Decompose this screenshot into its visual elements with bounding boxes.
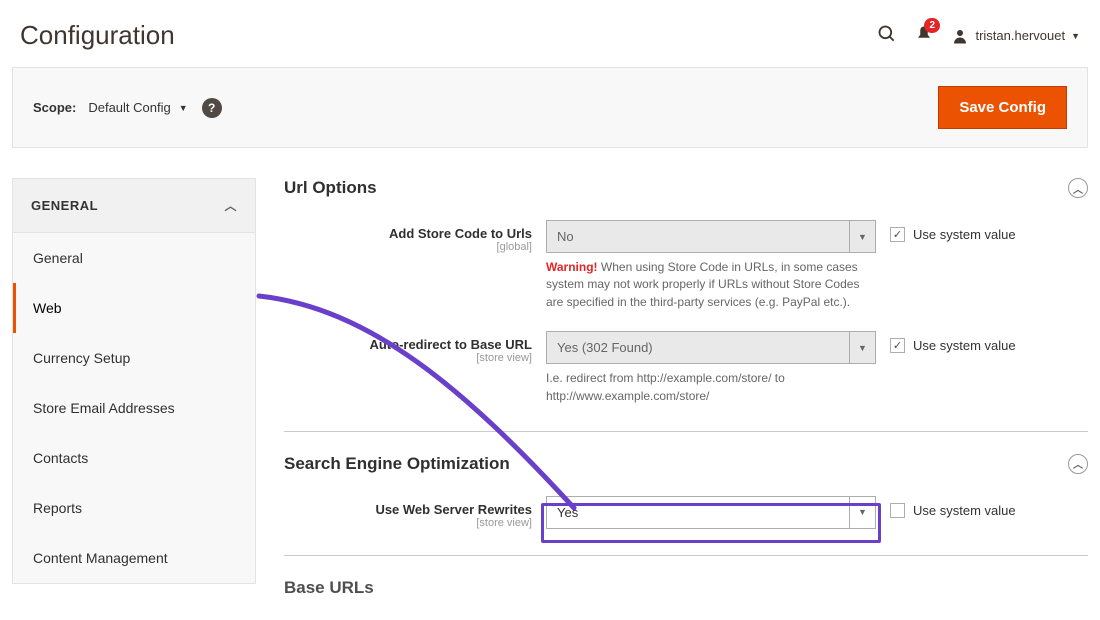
checkbox-use-system-value[interactable]: ✓ (890, 227, 905, 242)
select-auto-redirect: Yes (302 Found) ▼ (546, 331, 876, 364)
scope-value: Default Config (88, 100, 170, 115)
chevron-down-icon: ▼ (849, 221, 875, 252)
checkbox-label: Use system value (913, 503, 1016, 518)
scope-label: Scope: (33, 100, 76, 115)
sidebar-item-general[interactable]: General (13, 233, 255, 283)
chevron-down-icon: ▼ (179, 103, 188, 113)
sidebar-item-store-email[interactable]: Store Email Addresses (13, 383, 255, 433)
checkbox-use-system-value[interactable]: ✓ (890, 338, 905, 353)
scope-select[interactable]: Default Config ▼ (88, 100, 187, 115)
chevron-up-icon: ︿ (224, 197, 237, 214)
notification-badge: 2 (924, 18, 940, 33)
collapse-icon[interactable]: ︿ (1068, 178, 1088, 198)
label-add-store-code: Add Store Code to Urls (284, 226, 532, 241)
scope-hint: [store view] (284, 352, 532, 364)
page-title: Configuration (20, 20, 877, 51)
select-value: Yes (302 Found) (557, 340, 653, 355)
label-use-web-server-rewrites: Use Web Server Rewrites (284, 502, 532, 517)
chevron-down-icon: ▼ (849, 497, 875, 528)
sidebar-group-label: GENERAL (31, 198, 98, 213)
warning-label: Warning! (546, 260, 598, 274)
sidebar-item-web[interactable]: Web (13, 283, 255, 333)
sidebar-item-contacts[interactable]: Contacts (13, 433, 255, 483)
help-icon[interactable]: ? (202, 98, 222, 118)
sidebar-item-reports[interactable]: Reports (13, 483, 255, 533)
separator (284, 431, 1088, 432)
user-menu[interactable]: tristan.hervouet ▼ (951, 27, 1080, 45)
notifications-icon[interactable]: 2 (915, 24, 933, 47)
checkbox-label: Use system value (913, 227, 1016, 242)
chevron-down-icon: ▼ (1071, 31, 1080, 41)
select-value: No (557, 229, 574, 244)
checkbox-label: Use system value (913, 338, 1016, 353)
field-note: Warning! When using Store Code in URLs, … (546, 259, 876, 311)
separator (284, 555, 1088, 556)
chevron-down-icon: ▼ (849, 332, 875, 363)
sidebar-item-currency-setup[interactable]: Currency Setup (13, 333, 255, 383)
select-value: Yes (557, 505, 578, 520)
sidebar: GENERAL ︿ General Web Currency Setup Sto… (12, 178, 256, 584)
collapse-icon[interactable]: ︿ (1068, 454, 1088, 474)
select-add-store-code: No ▼ (546, 220, 876, 253)
scope-hint: [store view] (284, 517, 532, 529)
field-note: I.e. redirect from http://example.com/st… (546, 370, 876, 405)
search-icon[interactable] (877, 24, 897, 47)
section-title-base-urls: Base URLs (284, 578, 374, 598)
checkbox-use-system-value[interactable] (890, 503, 905, 518)
sidebar-item-content-management[interactable]: Content Management (13, 533, 255, 583)
save-config-button[interactable]: Save Config (938, 86, 1067, 129)
scope-hint: [global] (284, 241, 532, 253)
sidebar-group-general[interactable]: GENERAL ︿ (13, 179, 255, 233)
select-use-web-server-rewrites[interactable]: Yes ▼ (546, 496, 876, 529)
section-title-url-options: Url Options (284, 178, 377, 198)
user-name: tristan.hervouet (975, 28, 1065, 43)
section-title-seo: Search Engine Optimization (284, 454, 510, 474)
label-auto-redirect: Auto-redirect to Base URL (284, 337, 532, 352)
